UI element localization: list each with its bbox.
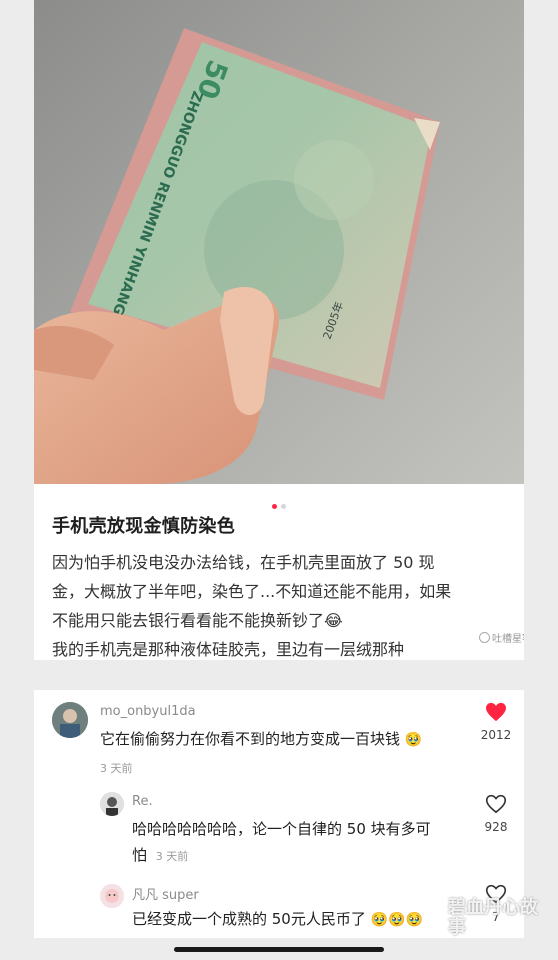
post-body-line: 我的手机壳是那种液体硅胶壳，里边有一层绒那种 — [52, 640, 405, 659]
comment-username[interactable]: mo_onbyul1da — [100, 704, 196, 719]
like-count: 2012 — [480, 728, 512, 742]
carousel-dot — [281, 504, 286, 509]
post-body-line: 金，大概放了半年吧，染色了...不知道还能不能用，如果 — [52, 582, 452, 601]
post-body: 因为怕手机没电没办法给钱，在手机壳里面放了 50 现 金，大概放了半年吧，染色了… — [52, 548, 514, 660]
post-image[interactable]: 50 ZHONGGUO RENMIN YINHANG 2005年 — [34, 0, 524, 484]
comment-time: 3 天前 — [100, 762, 133, 775]
post-body-line: 不能用只能去银行看看能不能换新钞了😂 — [52, 611, 343, 630]
comment-text-content: 怕 — [132, 846, 148, 864]
comment-text-line: 哈哈哈哈哈哈哈，论一个自律的 50 块有多可 — [132, 820, 431, 838]
like-count: 928 — [484, 820, 508, 834]
watermark-logo-icon — [479, 632, 490, 643]
heart-filled-icon — [486, 702, 506, 722]
carousel-indicator[interactable] — [34, 494, 524, 513]
comment-text: 它在偷偷努力在你看不到的地方变成一百块钱 🥹 — [100, 726, 422, 753]
post-title: 手机壳放现金慎防染色 — [52, 516, 235, 537]
home-indicator[interactable] — [174, 947, 384, 952]
post-card: 50 ZHONGGUO RENMIN YINHANG 2005年 手机壳放现金慎… — [34, 0, 524, 660]
comment-time: 3 天前 — [155, 850, 189, 863]
carousel-dot-active — [272, 504, 277, 509]
avatar[interactable] — [100, 884, 124, 908]
post-body-line: 因为怕手机没电没办法给钱，在手机壳里面放了 50 现 — [52, 553, 435, 572]
like-button[interactable]: 2012 — [476, 702, 516, 742]
comment-username[interactable]: 凡凡 super — [132, 884, 199, 903]
emoji: 🥹🥹🥹 — [370, 912, 423, 928]
emoji: 🥹 — [404, 732, 423, 748]
source-watermark: 吐槽星客 — [479, 630, 524, 645]
comment-text-content: 它在偷偷努力在你看不到的地方变成一百块钱 — [100, 730, 401, 748]
comment-text-line: 怕 3 天前 — [132, 842, 472, 870]
comment-text: 哈哈哈哈哈哈哈，论一个自律的 50 块有多可 怕 3 天前 — [132, 816, 472, 870]
avatar[interactable] — [52, 702, 88, 738]
watermark-text: 吐槽星客 — [492, 634, 524, 645]
comment-username[interactable]: Re. — [132, 794, 153, 809]
comment-text-content: 已经变成一个成熟的 50元人民币了 — [132, 910, 366, 928]
like-button[interactable]: 928 — [476, 794, 516, 834]
comment-text: 已经变成一个成熟的 50元人民币了 🥹🥹🥹 — [132, 906, 423, 933]
heart-outline-icon — [485, 794, 507, 814]
avatar[interactable] — [100, 792, 124, 816]
